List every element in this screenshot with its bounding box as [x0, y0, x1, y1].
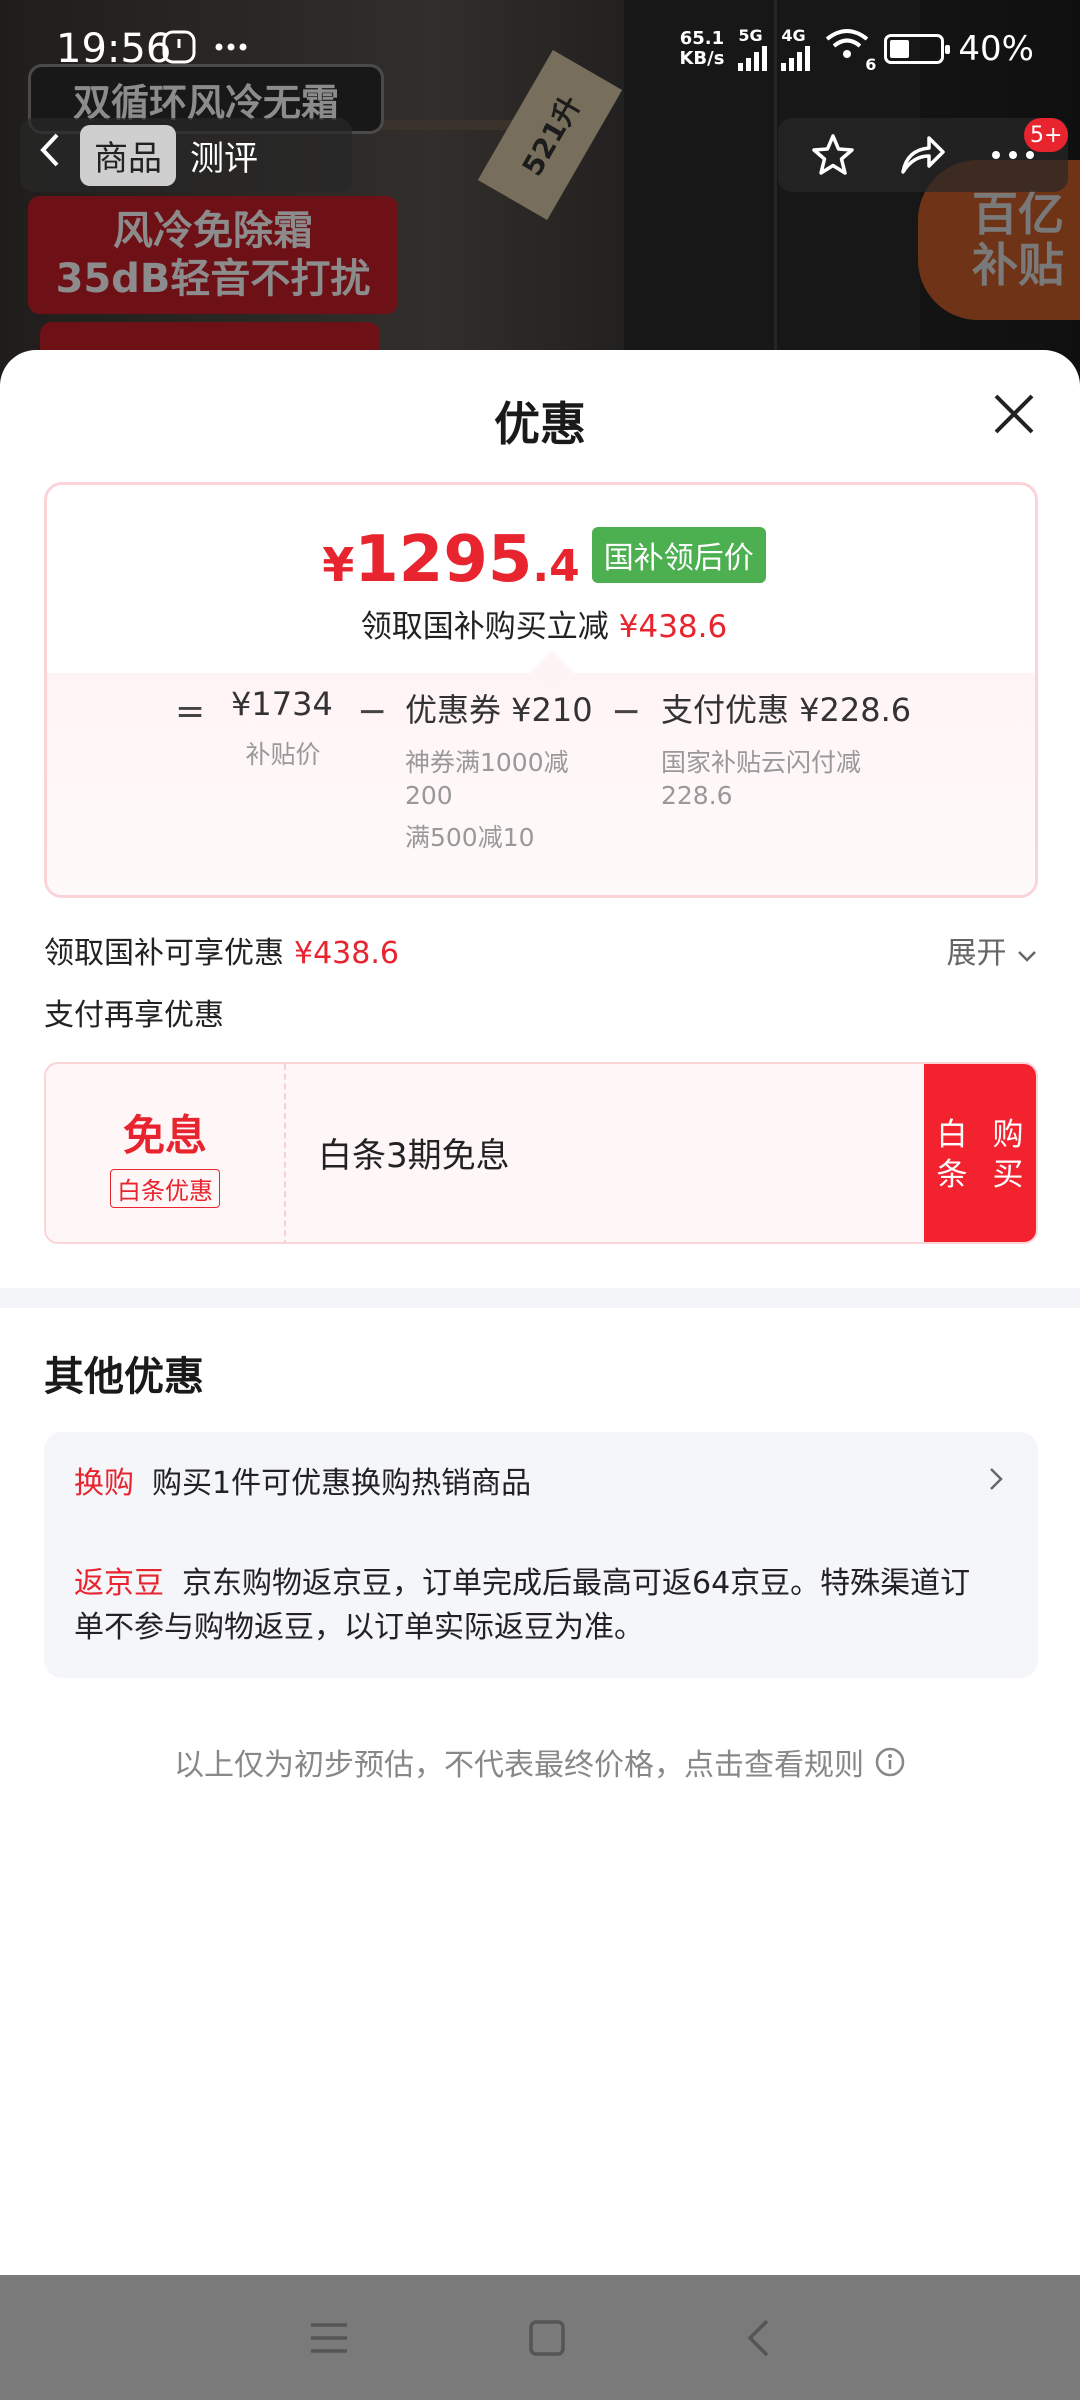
chevron-down-icon: [1018, 951, 1036, 962]
subsidy-savings-row: 领取国补可享优惠 ¥438.6 展开: [44, 928, 1038, 972]
status-right-icons: 65.1 KB/s 5G 4G 6 40%: [679, 26, 1034, 74]
signal-4g: 4G: [781, 26, 811, 71]
signal-5g: 5G: [738, 26, 768, 71]
price-summary: ¥1295.4 国补领后价 领取国补购买立减 ¥438.6: [47, 485, 1035, 673]
baitiao-coupon[interactable]: 免息 白条优惠 白条3期免息 白条 购买: [44, 1062, 1038, 1244]
signal-bars-icon: [738, 45, 768, 71]
battery-percent: 40%: [958, 28, 1034, 69]
subsidy-reduction: 领取国补购买立减 ¥438.6: [360, 609, 728, 645]
formula-payment-discount: 支付优惠 ¥228.6 国家补贴云闪付减228.6: [661, 691, 912, 810]
back-icon[interactable]: [745, 2318, 771, 2358]
price-breakdown-card: ¥1295.4 国补领后价 领取国补购买立减 ¥438.6 = ¥1734 补贴价…: [44, 482, 1038, 898]
status-time: 19:56: [56, 26, 172, 72]
coupon-description: 白条3期免息: [318, 1136, 510, 1176]
network-speed: 65.1 KB/s: [679, 27, 725, 69]
more-dots-icon: [215, 43, 247, 51]
tab-product[interactable]: 商品: [80, 124, 176, 186]
status-bar: 19:56 65.1 KB/s 5G 4G 6 40%: [0, 0, 1080, 100]
expand-button[interactable]: 展开: [946, 928, 1038, 972]
close-button[interactable]: [984, 384, 1044, 444]
info-icon: [875, 1747, 905, 1777]
payment-discount-label: 支付再享优惠: [44, 998, 224, 1033]
subsidy-price-tag: 国补领后价: [591, 527, 766, 583]
baitiao-buy-button[interactable]: 白条 购买: [924, 1064, 1036, 1242]
system-nav-bar: [0, 2275, 1080, 2400]
formula-subsidy-price: ¥1734 补贴价: [231, 685, 333, 769]
sheet-title: 优惠: [494, 397, 586, 451]
chevron-left-icon: [40, 133, 59, 167]
more-icon[interactable]: [990, 150, 1036, 160]
formula-coupon: 优惠券 ¥210 神券满1000减200 满500减10: [405, 691, 593, 852]
notification-badge: 5+: [1024, 118, 1069, 152]
signal-bars-icon: [781, 45, 811, 71]
wifi: 6: [824, 27, 876, 74]
section-divider: [0, 1288, 1080, 1308]
chevron-right-icon[interactable]: [988, 1466, 1004, 1492]
minus-sign: −: [611, 691, 642, 732]
exchange-offer[interactable]: 换购 购买1件可优惠换购热销商品: [74, 1462, 974, 1506]
disclaimer[interactable]: 以上仅为初步预估，不代表最终价格，点击查看规则: [0, 1740, 1080, 1784]
status-notification-icons: [162, 30, 248, 64]
menu-icon[interactable]: [309, 2321, 349, 2355]
close-icon: [994, 394, 1034, 434]
minus-sign: −: [357, 691, 388, 732]
wifi-icon: [826, 29, 869, 58]
jingdou-cashback: 返京豆 京东购物返京豆，订单完成后最高可返64京豆。特殊渠道订单不参与购物返豆，以…: [74, 1566, 971, 1645]
product-nav: 商品 测评: [20, 118, 352, 192]
discount-sheet: 优惠 ¥1295.4 国补领后价 领取国补购买立减 ¥438.6 = ¥1734 …: [0, 350, 1080, 2275]
tab-review[interactable]: 测评: [176, 125, 272, 186]
final-price: ¥1295.4: [322, 523, 580, 597]
other-discounts-list: 换购 购买1件可优惠换购热销商品 返京豆 京东购物返京豆，订单完成后最高可返64京豆…: [44, 1432, 1038, 1678]
home-icon[interactable]: [528, 2319, 566, 2357]
battery-icon: [884, 33, 951, 64]
equals-sign: =: [175, 691, 206, 732]
star-icon[interactable]: [810, 132, 856, 178]
back-button[interactable]: [20, 131, 80, 179]
other-discounts-title: 其他优惠: [44, 1354, 204, 1400]
share-icon[interactable]: [899, 134, 947, 176]
clock-app-icon: [162, 30, 196, 64]
coupon-badge: 免息 白条优惠: [46, 1064, 286, 1242]
